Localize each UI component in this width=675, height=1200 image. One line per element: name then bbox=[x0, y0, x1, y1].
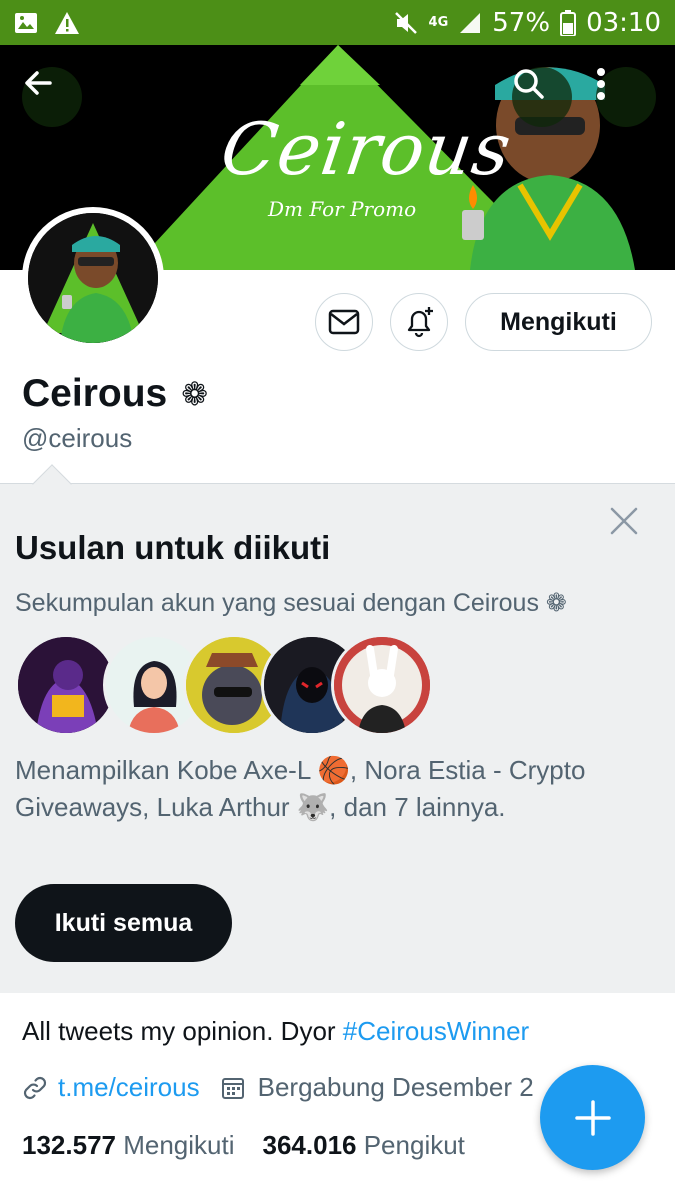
follow-all-button[interactable]: Ikuti semua bbox=[15, 884, 232, 962]
suggestion-subtitle: Sekumpulan akun yang sesuai dengan Ceiro… bbox=[15, 589, 567, 617]
profile-link[interactable]: t.me/ceirous bbox=[58, 1072, 200, 1103]
suggested-avatars[interactable] bbox=[15, 634, 435, 736]
signal-icon bbox=[460, 12, 481, 33]
arrow-left-icon bbox=[25, 71, 52, 95]
message-button[interactable] bbox=[315, 293, 373, 351]
following-label: Mengikuti bbox=[123, 1130, 235, 1160]
bio-hashtag[interactable]: #CeirousWinner bbox=[343, 1016, 529, 1046]
suggested-avatar bbox=[331, 634, 433, 736]
notification-button[interactable] bbox=[390, 293, 448, 351]
display-name: Ceirous bbox=[22, 372, 168, 415]
close-icon bbox=[610, 507, 638, 535]
status-bar: 4G 57% 03:10 bbox=[0, 0, 675, 45]
profile-meta: t.me/ceirous Bergabung Desember 2 bbox=[22, 1072, 534, 1103]
clock: 03:10 bbox=[586, 7, 661, 38]
plus-icon bbox=[574, 1099, 611, 1136]
profile-avatar[interactable] bbox=[22, 207, 164, 349]
joined-date: Bergabung Desember 2 bbox=[257, 1072, 534, 1102]
search-button[interactable] bbox=[512, 67, 572, 127]
image-notification-icon bbox=[15, 12, 37, 33]
network-type: 4G bbox=[428, 15, 449, 30]
profile-handle: @ceirous bbox=[22, 423, 133, 453]
avatar-image bbox=[28, 213, 158, 343]
calendar-icon bbox=[221, 1077, 244, 1099]
dismiss-suggestion-button[interactable] bbox=[604, 501, 644, 541]
name-emoji: ❁ bbox=[181, 375, 209, 413]
bell-plus-icon bbox=[407, 307, 433, 338]
more-button[interactable] bbox=[596, 67, 656, 127]
suggestion-description: Menampilkan Kobe Axe-L 🏀, Nora Estia - C… bbox=[15, 755, 586, 822]
profile-name: Ceirous ❁ bbox=[22, 372, 208, 416]
followers-label: Pengikut bbox=[363, 1130, 465, 1160]
search-icon bbox=[514, 69, 544, 99]
battery-percent: 57% bbox=[492, 7, 551, 38]
profile-bio: All tweets my opinion. Dyor #CeirousWinn… bbox=[22, 1016, 529, 1047]
back-button[interactable] bbox=[22, 67, 82, 127]
compose-tweet-button[interactable] bbox=[540, 1065, 645, 1170]
followers-stat[interactable]: 364.016 Pengikut bbox=[263, 1130, 465, 1161]
following-stat[interactable]: 132.577 Mengikuti bbox=[22, 1130, 235, 1161]
mute-icon bbox=[394, 11, 417, 34]
banner-title: Ceirous bbox=[216, 107, 517, 191]
following-count: 132.577 bbox=[22, 1130, 116, 1160]
following-button[interactable]: Mengikuti bbox=[465, 293, 652, 351]
followers-count: 364.016 bbox=[262, 1130, 357, 1160]
link-icon bbox=[23, 1076, 47, 1099]
battery-icon bbox=[560, 9, 577, 36]
mail-icon bbox=[328, 309, 360, 335]
warning-icon bbox=[55, 11, 79, 34]
bio-text: All tweets my opinion. Dyor bbox=[22, 1016, 343, 1046]
more-vertical-icon bbox=[597, 68, 605, 100]
suggestion-title: Usulan untuk diikuti bbox=[15, 529, 331, 566]
banner-subtitle: Dm For Promo bbox=[268, 197, 417, 221]
follow-stats: 132.577 Mengikuti 364.016 Pengikut bbox=[22, 1130, 465, 1161]
suggested-avatar bbox=[15, 634, 117, 736]
